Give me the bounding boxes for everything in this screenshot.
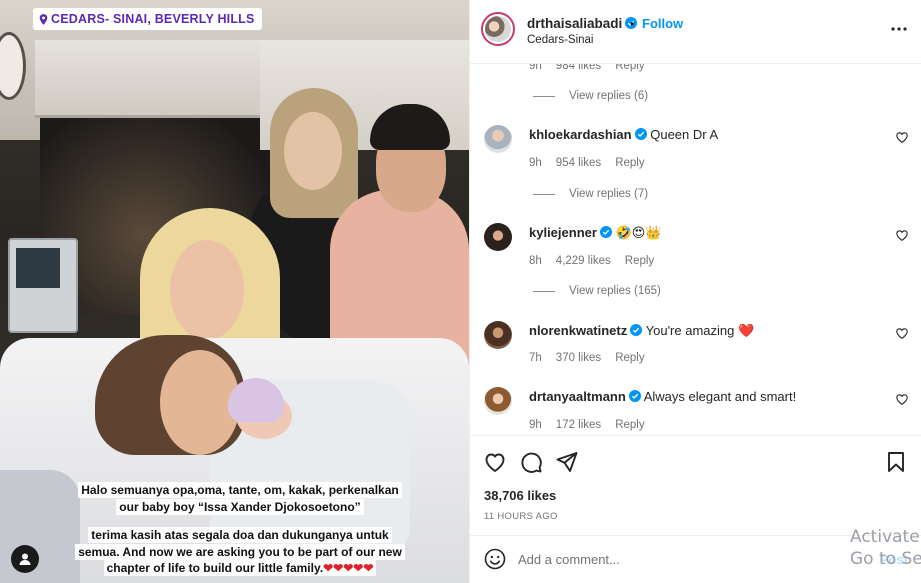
- comment-body: Queen Dr A: [650, 127, 719, 142]
- commenter-username[interactable]: nlorenkwatinetz: [529, 323, 627, 338]
- photo-blind-left: [35, 40, 260, 118]
- post-timestamp: 11 HOURS AGO: [484, 511, 558, 522]
- author-username[interactable]: drthaisaliabadi: [527, 16, 638, 31]
- comment-item: khloekardashian Queen Dr A: [470, 123, 921, 157]
- tagged-users-button[interactable]: [11, 545, 39, 573]
- like-comment-heart-icon[interactable]: [896, 394, 908, 405]
- comment-time: 9h: [529, 157, 542, 169]
- caption-line-1: Halo semuanya opa,oma, tante, om, kakak,…: [78, 482, 402, 498]
- comment-item: drtanyaaltmann Always elegant and smart!: [470, 385, 921, 419]
- post-location[interactable]: Cedars-Sinai: [527, 34, 593, 46]
- like-comment-heart-icon[interactable]: [896, 328, 908, 339]
- comment-input[interactable]: [518, 547, 848, 571]
- view-replies-label[interactable]: View replies (6): [569, 90, 648, 102]
- comment-likes[interactable]: 984 likes: [556, 64, 601, 72]
- author-username-text[interactable]: drthaisaliabadi: [527, 16, 622, 31]
- comment-likes[interactable]: 954 likes: [556, 157, 601, 169]
- photo-caption-top: Halo semuanya opa,oma, tante, om, kakak,…: [60, 482, 420, 515]
- verified-badge-icon: [599, 226, 612, 238]
- follow-button[interactable]: Follow: [642, 16, 683, 31]
- post-photo[interactable]: CEDARS- SINAI, BEVERLY HILLS Halo semuan…: [0, 0, 469, 583]
- comment-body: Always elegant and smart!: [643, 389, 797, 404]
- add-comment-bar: Post: [470, 535, 921, 583]
- comment-body: You're amazing ❤️: [645, 323, 755, 338]
- comment-time: 9h: [529, 64, 542, 72]
- view-replies-button[interactable]: View replies (6): [533, 90, 648, 102]
- commenter-avatar[interactable]: [484, 223, 512, 251]
- author-avatar[interactable]: [481, 12, 515, 46]
- view-replies-label[interactable]: View replies (7): [569, 188, 648, 200]
- commenter-avatar[interactable]: [484, 321, 512, 349]
- commenter-avatar[interactable]: [484, 387, 512, 415]
- commenter-username[interactable]: khloekardashian: [529, 127, 632, 142]
- verified-badge-icon: [628, 390, 641, 402]
- caption-line-2: our baby boy “Issa Xander Djokosoetono”: [116, 498, 364, 515]
- commenter-username[interactable]: kyliejenner: [529, 225, 597, 240]
- share-paper-plane-icon[interactable]: [555, 450, 579, 474]
- commenter-username[interactable]: drtanyaaltmann: [529, 389, 626, 404]
- reply-button[interactable]: Reply: [625, 255, 654, 267]
- save-bookmark-icon[interactable]: [884, 450, 908, 474]
- post-actions: 38,706 likes 11 HOURS AGO: [470, 435, 921, 535]
- like-heart-icon[interactable]: [483, 450, 507, 474]
- comment-text: khloekardashian Queen Dr A: [529, 127, 718, 142]
- comment-text: nlorenkwatinetz You're amazing ❤️: [529, 323, 754, 339]
- comment-likes[interactable]: 4,229 likes: [556, 255, 611, 267]
- view-replies-button[interactable]: View replies (7): [533, 188, 648, 200]
- person-icon: [19, 553, 31, 565]
- comment-text: drtanyaaltmann Always elegant and smart!: [529, 389, 796, 404]
- medical-monitor: [8, 238, 78, 333]
- like-comment-heart-icon[interactable]: [896, 230, 908, 241]
- more-options-icon[interactable]: [890, 26, 908, 32]
- verified-badge-icon: [634, 128, 647, 140]
- comment-likes[interactable]: 172 likes: [556, 419, 601, 431]
- comment-bubble-icon[interactable]: [519, 450, 543, 474]
- reply-button[interactable]: Reply: [615, 419, 644, 431]
- verified-badge-icon: [630, 324, 643, 336]
- comment-meta: 9h 954 likes Reply: [529, 157, 645, 169]
- location-sticker-text: CEDARS- SINAI, BEVERLY HILLS: [51, 12, 255, 26]
- caption-line-3: terima kasih atas segala doa dan dukunga…: [88, 527, 392, 543]
- reply-button[interactable]: Reply: [615, 157, 644, 169]
- caption-line-5: chapter of life to build our little fami…: [106, 561, 324, 575]
- view-replies-label[interactable]: View replies (165): [569, 285, 661, 297]
- reply-button[interactable]: Reply: [615, 64, 644, 72]
- comment-item: nlorenkwatinetz You're amazing ❤️: [470, 319, 921, 353]
- comment-time: 8h: [529, 255, 542, 267]
- comment-meta: 9h 172 likes Reply: [529, 419, 645, 431]
- post-comment-button[interactable]: Post: [880, 552, 908, 567]
- caption-line-4: semua. And now we are asking you to be p…: [75, 543, 405, 560]
- comment-meta: 7h 370 likes Reply: [529, 352, 645, 364]
- comment-text: kyliejenner 🤣😍👑: [529, 225, 662, 241]
- comment-meta: 8h 4,229 likes Reply: [529, 255, 654, 267]
- location-sticker: CEDARS- SINAI, BEVERLY HILLS: [33, 8, 262, 30]
- post-side-panel: drthaisaliabadi • Follow Cedars-Sinai 9h…: [469, 0, 921, 583]
- comments-list[interactable]: 9h 984 likes Reply View replies (6) khloek…: [470, 64, 921, 435]
- photo-caption-bottom: terima kasih atas segala doa dan dukunga…: [60, 527, 420, 577]
- comment-body: 🤣😍👑: [615, 225, 662, 240]
- caption-hearts: ❤❤❤❤❤: [323, 561, 374, 575]
- person-blonde-face: [170, 240, 244, 340]
- view-replies-button[interactable]: View replies (165): [533, 285, 661, 297]
- comment-time: 9h: [529, 419, 542, 431]
- post-header: drthaisaliabadi • Follow Cedars-Sinai: [470, 0, 921, 64]
- location-pin-icon: [39, 13, 48, 25]
- comment-likes[interactable]: 370 likes: [556, 352, 601, 364]
- likes-count[interactable]: 38,706 likes: [484, 488, 556, 503]
- person-brunette-face: [284, 112, 342, 190]
- reply-button[interactable]: Reply: [615, 352, 644, 364]
- commenter-avatar[interactable]: [484, 125, 512, 153]
- comment-meta-partial: 9h 984 likes Reply: [529, 64, 645, 72]
- header-separator: •: [630, 17, 635, 31]
- like-comment-heart-icon[interactable]: [896, 132, 908, 143]
- comment-time: 7h: [529, 352, 542, 364]
- emoji-icon[interactable]: [484, 548, 506, 570]
- comment-item: kyliejenner 🤣😍👑: [470, 221, 921, 255]
